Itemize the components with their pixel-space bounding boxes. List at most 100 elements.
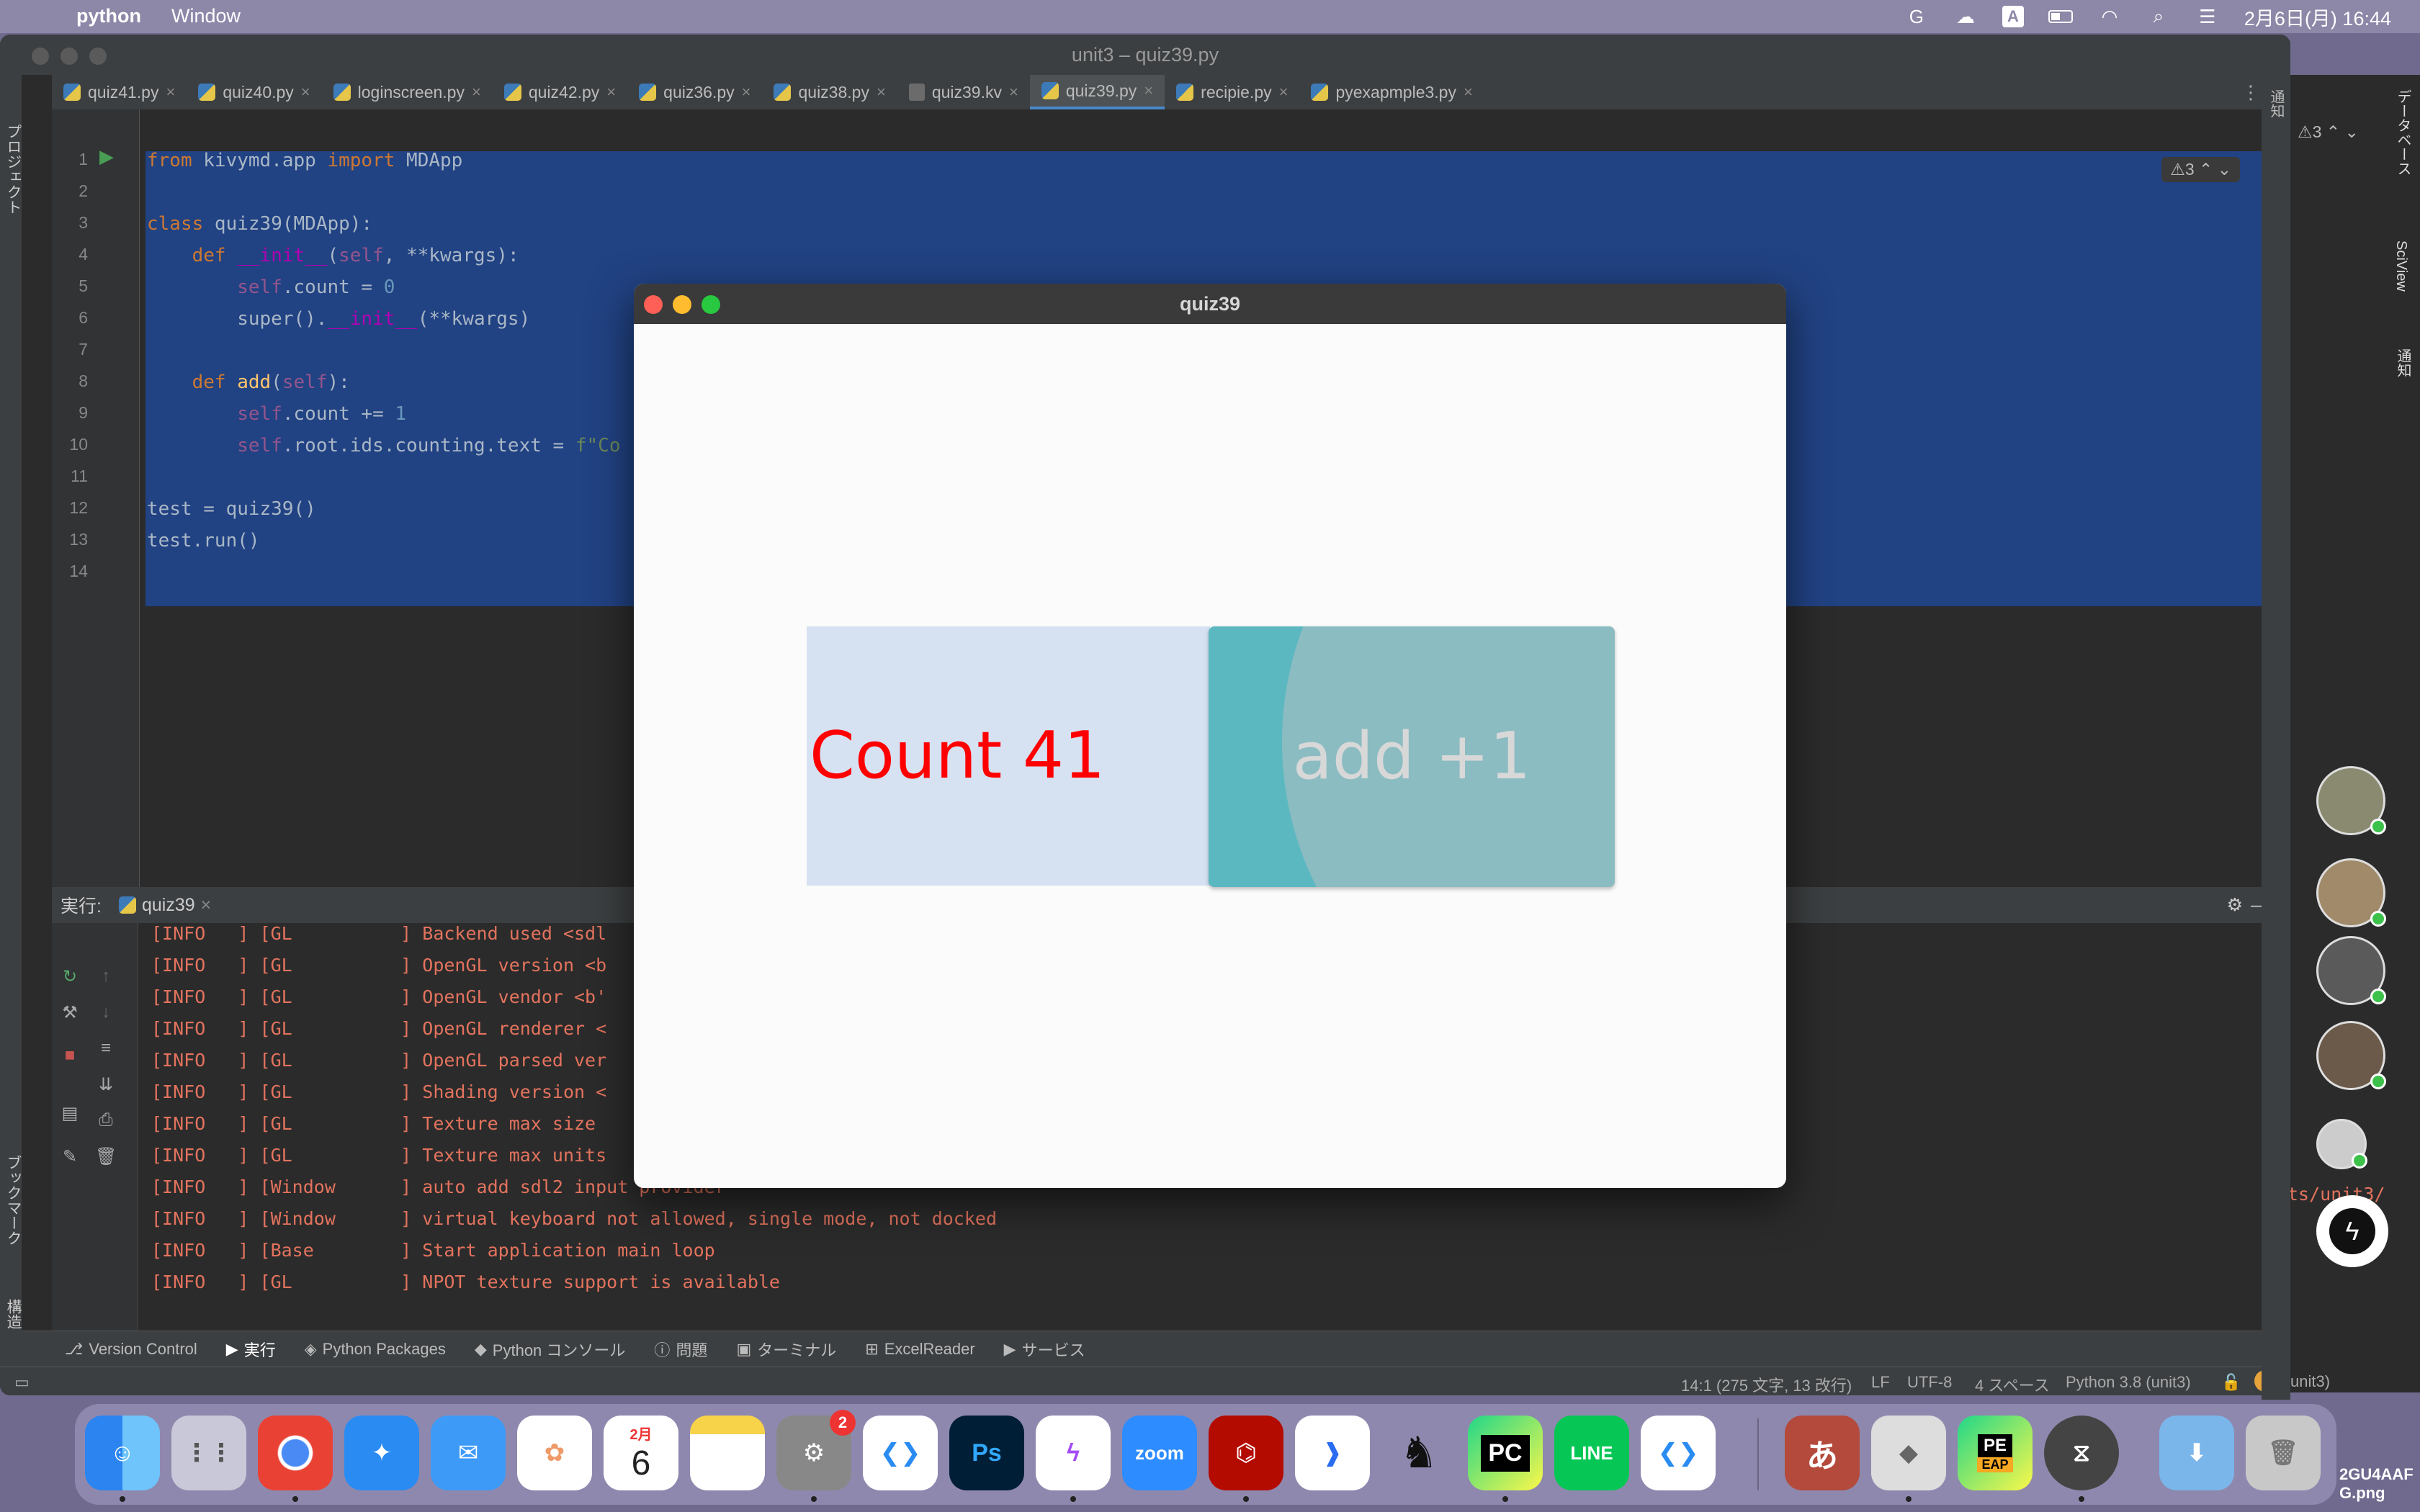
project-tool-tab[interactable]: プロジェクト — [2, 124, 24, 215]
tab-loginscreen[interactable]: loginscreen.py × — [322, 75, 493, 109]
toolbox-icon[interactable]: ❱ — [1295, 1416, 1370, 1490]
trash-icon[interactable]: 🗑 — [95, 1146, 117, 1168]
settings-gear-icon[interactable]: ⚙ — [2227, 894, 2243, 916]
grammarly-icon[interactable]: G — [1904, 6, 1929, 27]
close-tab-icon[interactable]: × — [201, 895, 212, 916]
trash-icon[interactable]: 🗑 — [2246, 1416, 2321, 1490]
run-tab-quiz39[interactable]: quiz39 × — [118, 895, 212, 916]
close-tab-icon[interactable]: × — [1279, 83, 1289, 102]
close-tab-icon[interactable]: × — [877, 83, 886, 102]
roblox-icon[interactable]: ◆ — [1871, 1416, 1946, 1490]
layout-icon[interactable]: ▤ — [59, 1103, 81, 1125]
tab-menu-icon[interactable]: ⋮ — [2241, 81, 2260, 104]
app-menu-python[interactable]: python — [76, 5, 141, 27]
bookmarks-tool-tab[interactable]: ブックマーク — [2, 1155, 24, 1246]
layout-toggle-icon[interactable]: ▭ — [14, 1373, 30, 1392]
notes-icon[interactable] — [690, 1416, 765, 1490]
mail-icon[interactable]: ✉ — [431, 1416, 506, 1490]
spotlight-icon[interactable]: ⌕ — [2146, 5, 2171, 27]
python-interpreter[interactable]: Python 3.8 (unit3) — [2066, 1373, 2191, 1392]
tab-excelreader[interactable]: ⊞ ExcelReader — [865, 1340, 974, 1359]
system-settings-icon[interactable]: ⚙ 2 — [776, 1410, 856, 1490]
notifications-tool-tab[interactable]: 通知 — [2266, 89, 2287, 118]
downloads-folder-icon[interactable]: ⬇ — [2159, 1416, 2234, 1490]
safari-icon[interactable]: ✦ — [344, 1416, 419, 1490]
stop-icon[interactable]: ■ — [59, 1045, 81, 1067]
minimize-button[interactable] — [60, 48, 78, 65]
calendar-icon[interactable]: 2月 6 — [604, 1416, 678, 1490]
database-tool-tab[interactable]: データベース — [2393, 89, 2414, 176]
kotoeri-icon[interactable]: あ — [1785, 1416, 1860, 1490]
messenger-icon[interactable]: ϟ — [1036, 1416, 1111, 1490]
tab-quiz39-py[interactable]: quiz39.py × — [1029, 75, 1165, 109]
menu-window[interactable]: Window — [171, 5, 241, 27]
kindle-icon[interactable]: ♞ — [1381, 1416, 1456, 1490]
wrench-icon[interactable]: ⚒ — [59, 1002, 81, 1024]
chrome-icon[interactable] — [258, 1416, 333, 1490]
creative-cloud-icon[interactable]: ☁ — [1953, 6, 1978, 27]
avatar[interactable] — [2316, 766, 2386, 835]
tab-services[interactable]: ▶ サービス — [1004, 1338, 1085, 1361]
tab-quiz41[interactable]: quiz41.py × — [52, 75, 187, 109]
vscode-insiders-icon[interactable]: ❮❯ — [1641, 1416, 1716, 1490]
tab-quiz38[interactable]: quiz38.py × — [762, 75, 897, 109]
down-arrow-icon[interactable]: ↓ — [95, 1002, 117, 1024]
clock[interactable]: 2月6日(月) 16:44 — [2244, 3, 2391, 31]
avatar[interactable] — [2316, 936, 2386, 1005]
zoom-icon[interactable]: zoom — [1122, 1416, 1197, 1490]
acrobat-icon[interactable]: ⌬ — [1209, 1416, 1283, 1490]
close-tab-icon[interactable]: × — [1144, 81, 1153, 100]
tab-recipie[interactable]: recipie.py × — [1165, 75, 1299, 109]
launchpad-icon[interactable]: ⋮⋮ — [171, 1416, 246, 1490]
zoom-button[interactable] — [89, 48, 107, 65]
soft-wrap-icon[interactable]: ≡ — [95, 1038, 117, 1060]
file-encoding[interactable]: UTF-8 — [1907, 1373, 1952, 1392]
avatar[interactable] — [2316, 1021, 2386, 1090]
tab-quiz36[interactable]: quiz36.py × — [627, 75, 762, 109]
close-tab-icon[interactable]: × — [166, 83, 175, 102]
minimize-button[interactable] — [673, 295, 691, 314]
close-tab-icon[interactable]: × — [1009, 83, 1018, 102]
warning-indicator[interactable]: ⚠3 ⌃ ⌄ — [2298, 122, 2359, 142]
photoshop-icon[interactable]: Ps — [949, 1416, 1024, 1490]
tab-version-control[interactable]: ⎇ Version Control — [65, 1340, 197, 1359]
structure-tool-tab[interactable]: 構造 — [2, 1299, 24, 1329]
scroll-to-end-icon[interactable]: ⇊ — [95, 1074, 117, 1096]
control-center-icon[interactable]: ☰ — [2195, 6, 2220, 27]
line-icon[interactable]: LINE — [1554, 1416, 1629, 1490]
messenger-chat-head[interactable]: ϟ — [2316, 1195, 2388, 1267]
add-button[interactable]: add +1 — [1209, 626, 1615, 887]
pin-icon[interactable]: ✎ — [59, 1146, 81, 1168]
avatar[interactable] — [2316, 1119, 2367, 1169]
sciview-tool-tab[interactable]: SciView — [2393, 240, 2409, 292]
pycharm-eap-icon[interactable]: PE EAP — [1958, 1416, 2033, 1490]
finder-icon[interactable]: ☺ — [85, 1416, 160, 1490]
battery-icon[interactable] — [2048, 6, 2073, 27]
tab-python-console[interactable]: ◆ Python コンソール — [475, 1338, 626, 1361]
tab-terminal[interactable]: ▣ ターミナル — [736, 1338, 836, 1361]
kivy-icon[interactable]: ⧖ — [2044, 1416, 2119, 1490]
notifications-tool-tab-2[interactable]: 通知 — [2393, 348, 2414, 377]
vscode-icon[interactable]: ❮❯ — [863, 1416, 938, 1490]
photos-icon[interactable]: ✿ — [517, 1416, 592, 1490]
avatar[interactable] — [2316, 858, 2386, 927]
run-gutter-icon[interactable]: ▶ — [99, 145, 114, 168]
tab-quiz42[interactable]: quiz42.py × — [493, 75, 627, 109]
tab-python-packages[interactable]: ◈ Python Packages — [305, 1340, 446, 1359]
tab-quiz40[interactable]: quiz40.py × — [187, 75, 321, 109]
wifi-icon[interactable]: ◠ — [2097, 6, 2122, 27]
close-tab-icon[interactable]: × — [1464, 83, 1473, 102]
close-tab-icon[interactable]: × — [606, 83, 616, 102]
caret-position[interactable]: 14:1 (275 文字, 13 改行) — [1681, 1373, 1852, 1395]
up-arrow-icon[interactable]: ↑ — [95, 966, 117, 988]
zoom-button[interactable] — [702, 295, 720, 314]
inspection-warnings[interactable]: ⚠3 ⌃ ⌄ — [2161, 157, 2240, 182]
close-tab-icon[interactable]: × — [301, 83, 310, 102]
tab-pyexapmple3[interactable]: pyexapmple3.py × — [1299, 75, 1484, 109]
pycharm-icon[interactable]: PC — [1468, 1416, 1543, 1490]
rerun-icon[interactable]: ↻ — [59, 966, 81, 988]
close-tab-icon[interactable]: × — [742, 83, 751, 102]
tab-quiz39-kv[interactable]: quiz39.kv × — [897, 75, 1030, 109]
input-source-icon[interactable]: A — [2002, 6, 2024, 27]
print-icon[interactable]: ⎙ — [95, 1110, 117, 1132]
